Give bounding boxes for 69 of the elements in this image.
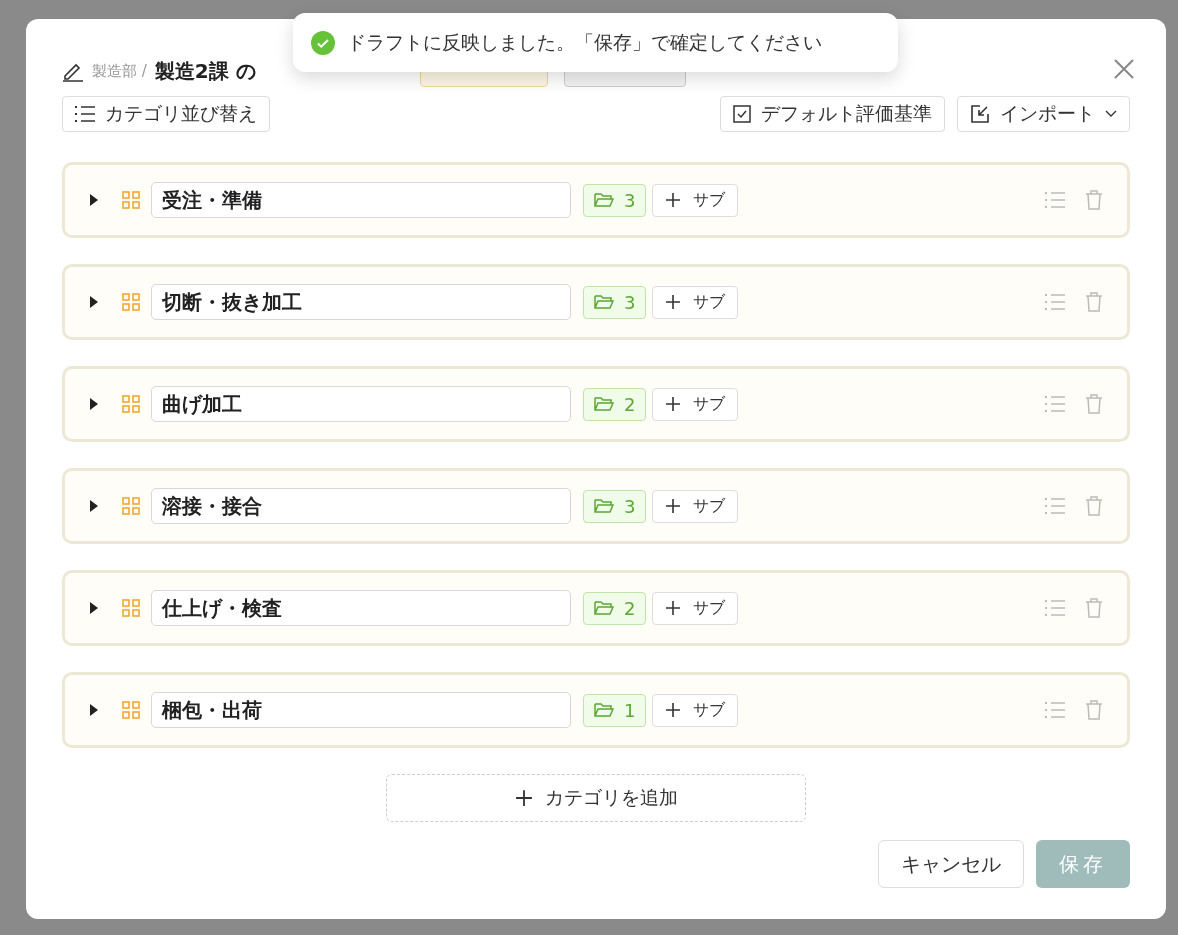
plus-icon (665, 294, 682, 310)
folder-icon (594, 702, 614, 718)
caret-icon[interactable] (89, 397, 99, 411)
caret-icon[interactable] (89, 193, 99, 207)
cancel-button[interactable]: キャンセル (878, 840, 1024, 888)
grid-icon[interactable] (121, 394, 141, 414)
count-text: 3 (624, 291, 636, 313)
count-text: 2 (624, 393, 636, 415)
count-text: 3 (624, 495, 636, 517)
category-name-field[interactable]: 梱包・出荷 (151, 692, 571, 728)
numbered-list-icon (1045, 497, 1065, 515)
category-name-field[interactable]: 仕上げ・検査 (151, 590, 571, 626)
grid-icon[interactable] (121, 496, 141, 516)
reorder-button[interactable]: カテゴリ並び替え (62, 96, 270, 132)
add-sub-button[interactable]: サブ (652, 489, 739, 523)
folder-icon (594, 396, 614, 412)
plus-icon (665, 498, 682, 514)
caret-icon[interactable] (89, 601, 99, 615)
import-button[interactable]: インポート (957, 96, 1130, 132)
chevron-down-icon (1105, 110, 1117, 118)
trash-icon[interactable] (1085, 496, 1103, 516)
trash-icon[interactable] (1085, 292, 1103, 312)
breadcrumb: 製造部 / (92, 61, 147, 81)
import-icon (970, 104, 990, 124)
add-category-button[interactable]: カテゴリを追加 (386, 774, 806, 822)
numbered-list-icon (1045, 191, 1065, 209)
folder-icon (594, 192, 614, 208)
caret-icon[interactable] (89, 499, 99, 513)
check-circle-icon (311, 30, 335, 55)
folder-icon (594, 294, 614, 310)
plus-icon (514, 789, 533, 807)
grid-icon[interactable] (121, 190, 141, 210)
count-text: 3 (624, 189, 636, 211)
numbered-list-icon (1045, 293, 1065, 311)
trash-icon[interactable] (1085, 190, 1103, 210)
trash-icon[interactable] (1085, 700, 1103, 720)
plus-icon (665, 192, 682, 208)
caret-icon[interactable] (89, 295, 99, 309)
default-criteria-button[interactable]: デフォルト評価基準 (720, 96, 945, 132)
grid-icon[interactable] (121, 292, 141, 312)
trash-icon[interactable] (1085, 394, 1103, 414)
numbered-list-icon (75, 105, 95, 123)
category-name-field[interactable]: 曲げ加工 (151, 386, 571, 422)
toast-message: ドラフトに反映しました。「保存」で確定してください (347, 29, 822, 55)
close-icon[interactable] (1112, 57, 1136, 81)
add-sub-button[interactable]: サブ (652, 285, 739, 319)
dialog-title: 製造2課 の (154, 57, 256, 85)
grid-icon[interactable] (121, 598, 141, 618)
folder-icon (594, 498, 614, 514)
numbered-list-icon (1045, 395, 1065, 413)
caret-icon[interactable] (89, 703, 99, 717)
plus-icon (665, 702, 682, 718)
category-name-field[interactable]: 切断・抜き加工 (151, 284, 571, 320)
checkbox-icon (733, 105, 751, 123)
plus-icon (665, 396, 682, 412)
grid-icon[interactable] (121, 700, 141, 720)
count-text: 1 (624, 699, 636, 721)
count-text: 2 (624, 597, 636, 619)
add-sub-button[interactable]: サブ (652, 693, 739, 727)
add-sub-button[interactable]: サブ (652, 387, 739, 421)
category-name-field[interactable]: 溶接・接合 (151, 488, 571, 524)
numbered-list-icon (1045, 599, 1065, 617)
plus-icon (665, 600, 682, 616)
trash-icon[interactable] (1085, 598, 1103, 618)
folder-icon (594, 600, 614, 616)
numbered-list-icon (1045, 701, 1065, 719)
add-sub-button[interactable]: サブ (652, 183, 739, 217)
category-name-field[interactable]: 受注・準備 (151, 182, 571, 218)
add-sub-button[interactable]: サブ (652, 591, 739, 625)
